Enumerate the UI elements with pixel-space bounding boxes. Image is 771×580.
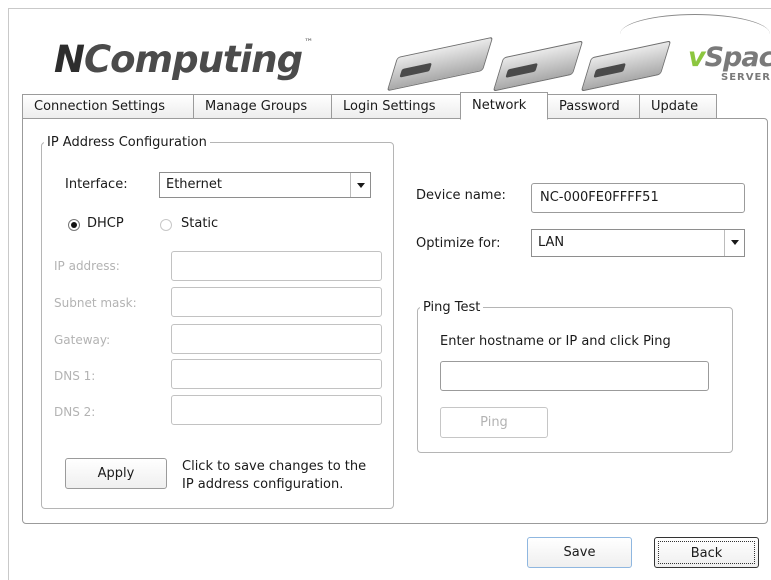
- tab-connection-settings[interactable]: Connection Settings: [22, 94, 194, 119]
- dhcp-label[interactable]: DHCP: [87, 216, 124, 231]
- ping-host-input[interactable]: [440, 361, 709, 391]
- interface-select[interactable]: Ethernet: [159, 172, 371, 198]
- tab-login-settings[interactable]: Login Settings: [331, 94, 461, 119]
- back-button[interactable]: Back: [654, 537, 759, 568]
- apply-note-line-2: IP address configuration.: [182, 477, 344, 492]
- tab-password[interactable]: Password: [547, 94, 640, 119]
- back-button-label: Back: [658, 541, 755, 564]
- vspace-v: v: [688, 42, 706, 73]
- ip-address-label: IP address:: [54, 259, 120, 273]
- logo-trademark: ™: [304, 38, 313, 48]
- device-name-label: Device name:: [416, 188, 506, 203]
- tab-manage-groups[interactable]: Manage Groups: [193, 94, 332, 119]
- optimize-for-value: LAN: [538, 235, 565, 250]
- apply-note-line-1: Click to save changes to the: [182, 459, 367, 474]
- ping-button[interactable]: Ping: [440, 407, 548, 438]
- gateway-label: Gateway:: [54, 333, 111, 347]
- static-label[interactable]: Static: [181, 216, 218, 231]
- server-label: SERVER: [721, 72, 771, 83]
- save-button[interactable]: Save: [527, 537, 632, 568]
- static-radio[interactable]: [160, 219, 172, 231]
- logo-text: Computing: [83, 38, 303, 81]
- vspace-text: Space: [704, 42, 771, 73]
- vspace-logo: vSpace™: [688, 42, 771, 73]
- optimize-for-select[interactable]: LAN: [531, 229, 745, 257]
- ping-test-legend: Ping Test: [423, 300, 481, 315]
- chevron-down-icon[interactable]: [350, 173, 370, 197]
- device-box-icon: [492, 40, 584, 92]
- chevron-down-icon[interactable]: [724, 230, 744, 256]
- dns1-label: DNS 1:: [54, 369, 96, 383]
- gateway-input[interactable]: [171, 324, 382, 354]
- dhcp-radio[interactable]: [68, 219, 80, 231]
- dns2-label: DNS 2:: [54, 405, 96, 419]
- tab-update[interactable]: Update: [639, 94, 717, 119]
- interface-label: Interface:: [65, 177, 128, 192]
- ip-address-input[interactable]: [171, 251, 382, 281]
- device-name-input[interactable]: NC-000FE0FFFF51: [531, 183, 745, 213]
- logo-n: N: [54, 38, 85, 81]
- tab-bar: Connection Settings Manage Groups Login …: [22, 92, 717, 120]
- subnet-mask-label: Subnet mask:: [54, 296, 137, 310]
- device-box-icon: [386, 36, 494, 92]
- interface-select-value: Ethernet: [166, 177, 222, 192]
- subnet-mask-input[interactable]: [171, 287, 382, 317]
- tab-network[interactable]: Network: [460, 92, 548, 120]
- ncomputing-logo: NComputing ™: [54, 38, 313, 81]
- apply-button[interactable]: Apply: [65, 458, 167, 489]
- dns1-input[interactable]: [171, 359, 382, 389]
- ping-instruction: Enter hostname or IP and click Ping: [440, 334, 671, 349]
- dns2-input[interactable]: [171, 395, 382, 425]
- ip-config-legend: IP Address Configuration: [47, 135, 207, 150]
- apply-note: Click to save changes to the IP address …: [182, 458, 366, 494]
- optimize-for-label: Optimize for:: [416, 236, 501, 251]
